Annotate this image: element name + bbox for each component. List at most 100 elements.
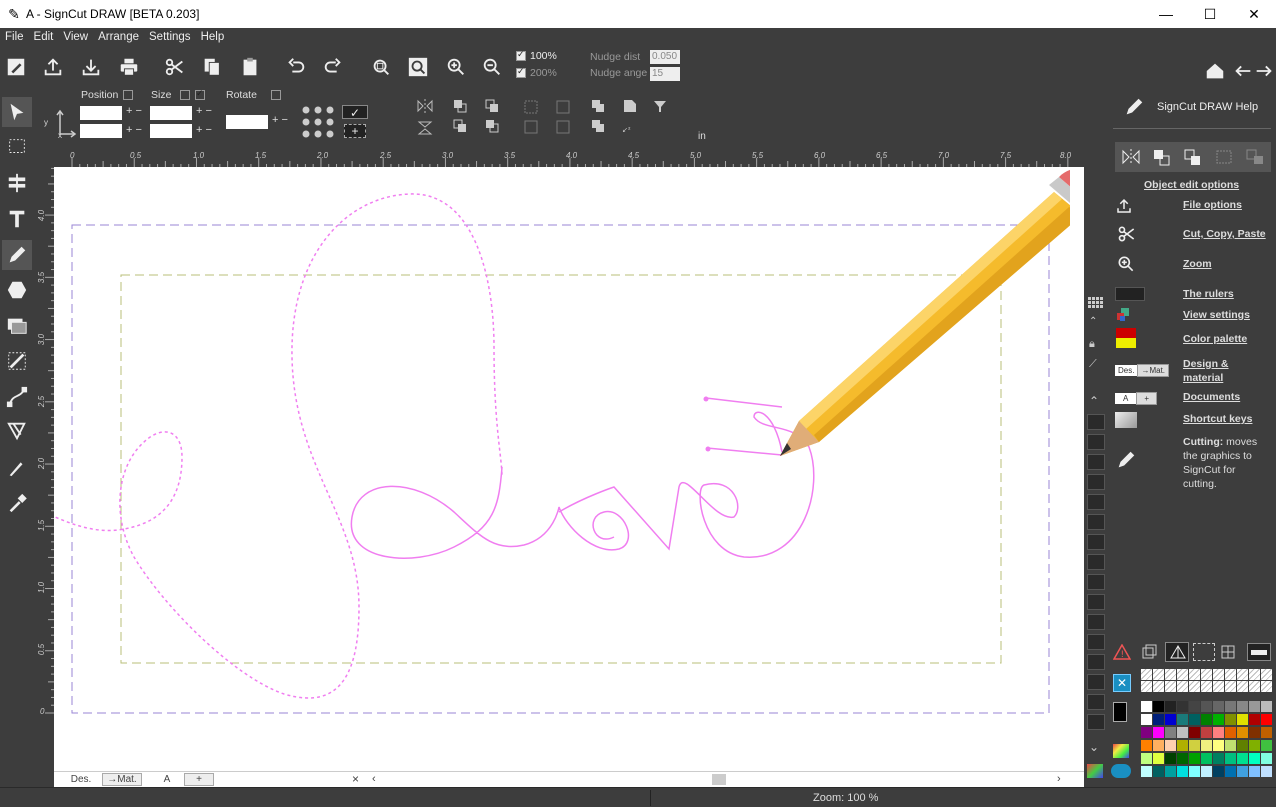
- color-swatch[interactable]: [1153, 753, 1164, 764]
- undo-icon[interactable]: [283, 54, 309, 80]
- scroll-left-icon[interactable]: ‹: [372, 773, 376, 785]
- color-swatch[interactable]: [1225, 727, 1236, 738]
- help-link-file-options[interactable]: File options: [1183, 199, 1242, 211]
- apply-check-button[interactable]: ✓: [342, 105, 368, 120]
- layer-slot[interactable]: [1087, 634, 1105, 650]
- color-swatch[interactable]: [1201, 727, 1212, 738]
- forward-arrow-icon[interactable]: [1251, 58, 1276, 84]
- position-y-input[interactable]: [80, 124, 122, 138]
- color-swatch[interactable]: [1225, 740, 1236, 751]
- color-swatch[interactable]: [1237, 701, 1248, 712]
- layer-slot[interactable]: [1087, 654, 1105, 670]
- flip-horizontal-icon[interactable]: [1121, 148, 1141, 166]
- color-swatch[interactable]: [1177, 753, 1188, 764]
- align-tool-icon[interactable]: [2, 168, 32, 198]
- line-pen-icon[interactable]: [2, 452, 32, 482]
- color-swatch[interactable]: [1201, 753, 1212, 764]
- zoom-100-checkbox[interactable]: [516, 49, 526, 61]
- color-swatch[interactable]: [1249, 753, 1260, 764]
- swatch-none[interactable]: [1153, 681, 1164, 692]
- marquee-select-icon[interactable]: [2, 132, 32, 162]
- color-swatch[interactable]: [1165, 714, 1176, 725]
- swatch-none[interactable]: [1165, 681, 1176, 692]
- group-icon[interactable]: [1214, 148, 1234, 166]
- grid-icon[interactable]: [1087, 296, 1105, 310]
- swatch-none[interactable]: [1237, 681, 1248, 692]
- color-swatch[interactable]: [1201, 701, 1212, 712]
- color-swatch[interactable]: [1237, 727, 1248, 738]
- scroll-down-icon[interactable]: ⌄: [1089, 740, 1099, 754]
- swatch-none[interactable]: [1141, 669, 1152, 680]
- image-tool-icon[interactable]: [2, 311, 32, 341]
- color-swatch[interactable]: [1201, 740, 1212, 751]
- zoom-200-checkbox[interactable]: [516, 66, 526, 78]
- close-tab-icon[interactable]: ×: [352, 772, 359, 786]
- color-swatch[interactable]: [1153, 740, 1164, 751]
- hscroll-thumb[interactable]: [712, 774, 726, 785]
- bring-forward-icon[interactable]: [1152, 148, 1172, 166]
- group-icons[interactable]: [522, 98, 572, 138]
- color-swatch[interactable]: [1141, 727, 1152, 738]
- color-swatch[interactable]: [1237, 740, 1248, 751]
- help-link-view-settings[interactable]: View settings: [1183, 309, 1250, 321]
- help-link-design-material[interactable]: Design & material: [1183, 357, 1243, 385]
- color-swatch[interactable]: [1165, 740, 1176, 751]
- swatch-none[interactable]: [1177, 669, 1188, 680]
- size-proportional-checkbox[interactable]: [195, 88, 205, 100]
- color-swatch[interactable]: [1189, 714, 1200, 725]
- rotate-input[interactable]: [226, 115, 268, 129]
- position-lock-checkbox[interactable]: [123, 90, 133, 100]
- shape-tool-icon[interactable]: [2, 275, 32, 305]
- color-swatch[interactable]: [1177, 714, 1188, 725]
- color-swatch[interactable]: [1141, 714, 1152, 725]
- minimize-button[interactable]: —: [1144, 0, 1188, 28]
- color-swatch[interactable]: [1249, 740, 1260, 751]
- print-icon[interactable]: [116, 54, 142, 80]
- color-swatch[interactable]: [1177, 766, 1188, 777]
- color-swatch[interactable]: [1201, 714, 1212, 725]
- path-node[interactable]: [705, 446, 711, 452]
- color-swatch[interactable]: [1165, 701, 1176, 712]
- object-edit-icons[interactable]: [1115, 142, 1271, 172]
- color-swatch[interactable]: [1153, 766, 1164, 777]
- current-color-swatch[interactable]: [1113, 702, 1127, 722]
- download-icon[interactable]: [78, 54, 104, 80]
- layer-slot[interactable]: [1087, 494, 1105, 510]
- color-swatch[interactable]: [1225, 701, 1236, 712]
- color-swatch[interactable]: [1237, 714, 1248, 725]
- swatch-none[interactable]: [1141, 681, 1152, 692]
- vertical-scrollbar[interactable]: [1070, 167, 1084, 771]
- path-node[interactable]: [703, 396, 709, 402]
- document-tab-a[interactable]: A: [152, 773, 182, 786]
- layer-slot[interactable]: [1087, 414, 1105, 430]
- fill-pattern-icon[interactable]: [2, 346, 32, 376]
- position-y-plusminus[interactable]: + −: [126, 124, 142, 136]
- size-height-input[interactable]: [150, 124, 192, 138]
- swatch-none[interactable]: [1249, 681, 1260, 692]
- color-swatch[interactable]: [1189, 740, 1200, 751]
- layer-slot[interactable]: [1087, 594, 1105, 610]
- swatch-none[interactable]: [1201, 681, 1212, 692]
- apply-copy-button[interactable]: +: [344, 124, 366, 138]
- close-window-button[interactable]: ✕: [1232, 0, 1276, 28]
- color-swatch[interactable]: [1189, 766, 1200, 777]
- help-link-object-edit[interactable]: Object edit options: [1144, 179, 1239, 191]
- color-swatch[interactable]: [1201, 766, 1212, 777]
- design-tab[interactable]: Des.: [62, 773, 100, 786]
- menu-edit[interactable]: Edit: [29, 31, 59, 43]
- copy-icon[interactable]: [199, 54, 225, 80]
- no-fill-swatch[interactable]: ✕: [1113, 674, 1131, 692]
- color-swatch[interactable]: [1225, 753, 1236, 764]
- warning-icon[interactable]: !: [1113, 644, 1131, 660]
- snap-icon[interactable]: ⌃: [1089, 316, 1097, 327]
- color-swatch[interactable]: [1261, 740, 1272, 751]
- layer-slot[interactable]: [1087, 454, 1105, 470]
- layer-slot[interactable]: [1087, 474, 1105, 490]
- size-height-plusminus[interactable]: + −: [196, 124, 212, 136]
- layers-icon[interactable]: [1141, 644, 1159, 660]
- menu-arrange[interactable]: Arrange: [93, 31, 144, 43]
- help-link-zoom[interactable]: Zoom: [1183, 258, 1212, 270]
- flip-icons[interactable]: [415, 98, 435, 138]
- color-swatch[interactable]: [1249, 766, 1260, 777]
- layer-slot[interactable]: [1087, 614, 1105, 630]
